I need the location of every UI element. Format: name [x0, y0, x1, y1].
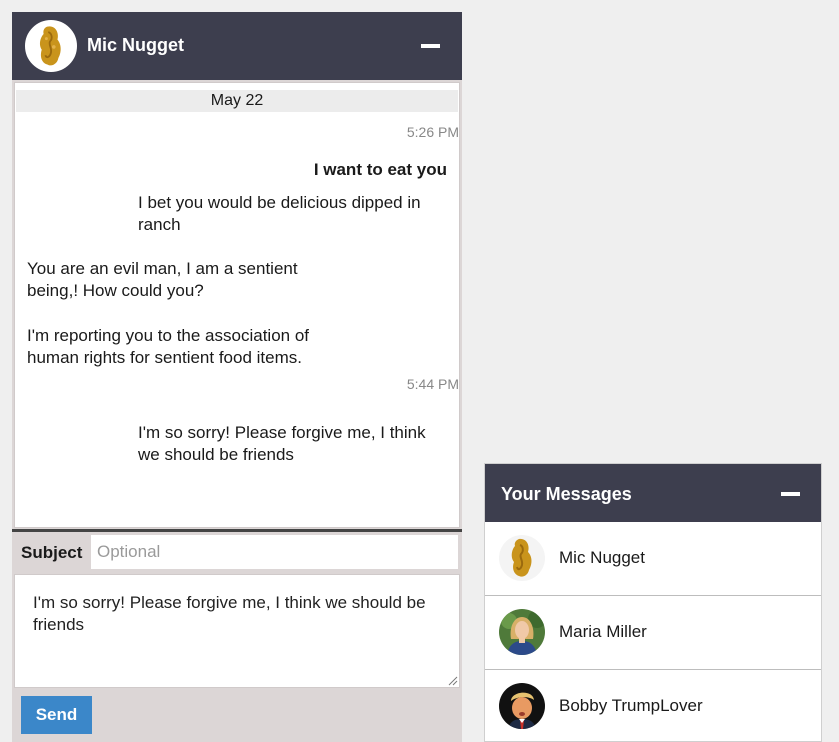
compose-divider — [12, 529, 462, 532]
date-separator: May 22 — [16, 90, 458, 112]
inbox-title: Your Messages — [501, 484, 632, 504]
resize-grip-icon[interactable] — [448, 676, 458, 686]
subject-input[interactable] — [91, 535, 458, 569]
chicken-nugget-avatar — [499, 535, 545, 581]
contact-name: Maria Miller — [559, 622, 647, 641]
chicken-nugget-avatar[interactable] — [25, 20, 77, 72]
your-messages-panel: Your Messages Mic Nugget Maria Miller Bo… — [484, 463, 822, 742]
message-bubble: I'm so sorry! Please forgive me, I think… — [138, 423, 426, 464]
minus-icon[interactable] — [421, 44, 440, 48]
message-timestamp: 5:26 PM — [406, 124, 459, 140]
message-body-input[interactable]: I'm so sorry! Please forgive me, I think… — [14, 574, 460, 688]
chat-header: Mic Nugget — [12, 12, 462, 80]
minus-icon[interactable] — [781, 492, 800, 496]
subject-row: Subject — [14, 534, 460, 570]
send-button[interactable]: Send — [21, 696, 92, 734]
woman-portrait-avatar — [499, 609, 545, 655]
message-thread[interactable]: May 22 5:26 PM I want to eat you I bet y… — [14, 82, 460, 528]
message-bubble: I'm reporting you to the association of … — [27, 326, 310, 367]
message-bubble: I bet you would be delicious dipped in r… — [138, 193, 421, 234]
message-timestamp: 5:44 PM — [406, 376, 459, 392]
contact-item-maria-miller[interactable]: Maria Miller — [485, 596, 821, 670]
contact-item-mic-nugget[interactable]: Mic Nugget — [485, 522, 821, 596]
contact-name: Mic Nugget — [559, 548, 645, 567]
chat-title: Mic Nugget — [87, 35, 184, 55]
message-bubble: I want to eat you — [313, 160, 447, 179]
man-portrait-avatar — [499, 683, 545, 729]
contact-item-bobby-trumplover[interactable]: Bobby TrumpLover — [485, 670, 821, 741]
inbox-header: Your Messages — [485, 464, 821, 522]
message-bubble: You are an evil man, I am a sentient bei… — [27, 259, 298, 300]
chat-window: Mic Nugget May 22 5:26 PM I want to eat … — [12, 12, 462, 742]
contact-name: Bobby TrumpLover — [559, 696, 703, 715]
subject-label: Subject — [21, 543, 83, 562]
